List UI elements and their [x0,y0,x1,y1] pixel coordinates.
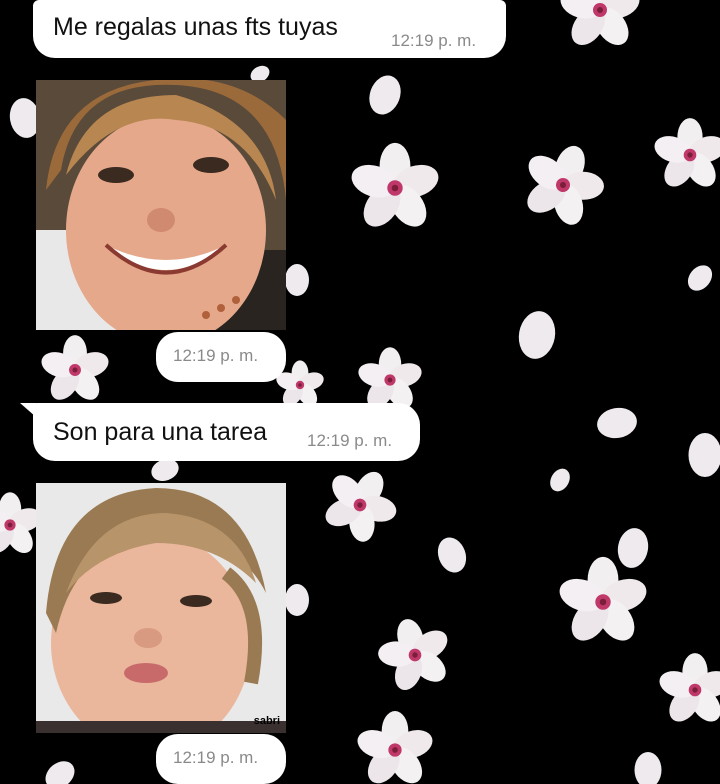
message-bubble[interactable]: Son para una tarea 12:19 p. m. [33,403,420,461]
child-closeup-photo [36,483,286,733]
child-smiling-photo [36,80,286,330]
message-timestamp: 12:19 p. m. [307,431,393,450]
message-timestamp: 12:19 p. m. [173,748,259,767]
message-timestamp: 12:19 p. m. [391,31,477,50]
message-image[interactable] [36,80,286,330]
message-text: Me regalas unas fts tuyas [53,13,338,41]
image-timestamp-bubble: 12:19 p. m. [156,734,286,784]
message-text: Son para una tarea [53,418,268,446]
message-timestamp: 12:19 p. m. [173,346,259,365]
image-timestamp-bubble: 12:19 p. m. [156,332,286,382]
message-bubble[interactable]: Me regalas unas fts tuyas 12:19 p. m. [33,0,506,58]
image-caption: sabri [253,715,280,727]
message-image[interactable]: sabri [36,483,286,733]
